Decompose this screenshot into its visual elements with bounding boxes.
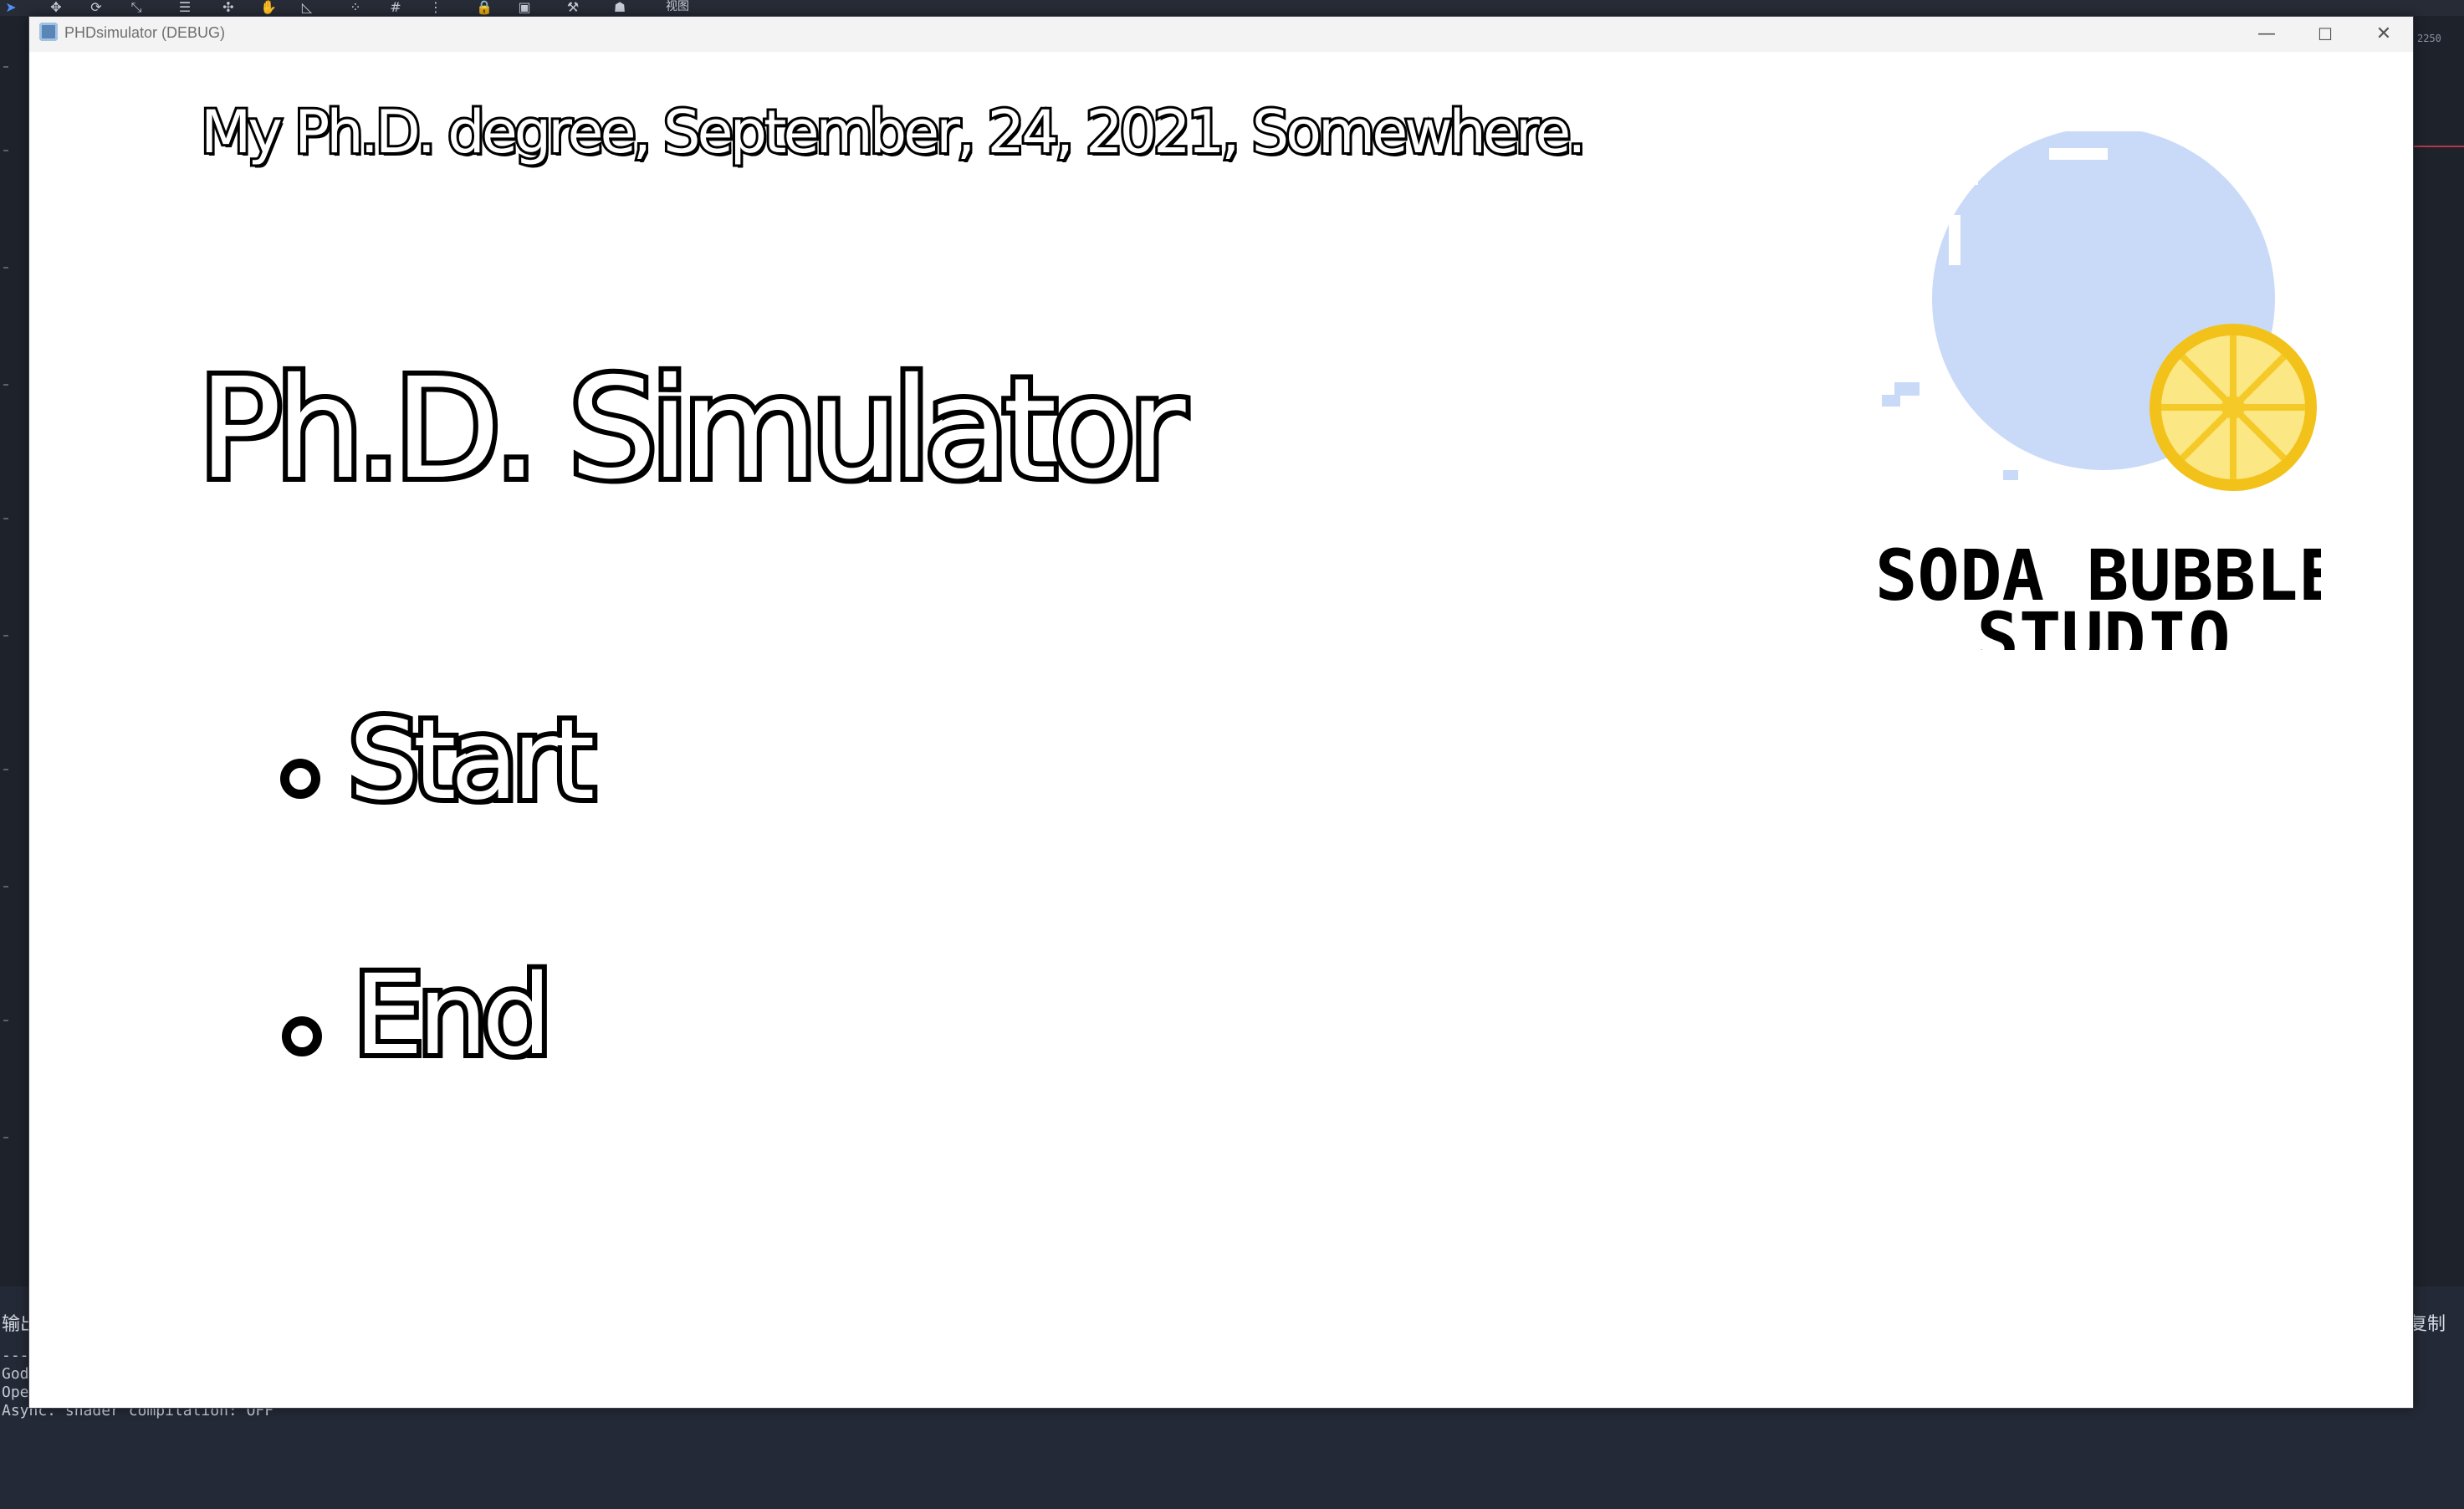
ruler-icon[interactable]: ◺: [298, 0, 316, 14]
select-icon[interactable]: ➤: [2, 0, 20, 14]
window-title: PHDsimulator (DEBUG): [64, 24, 226, 41]
move-icon[interactable]: ✥: [47, 0, 65, 14]
logo-line2: STUDIO: [1976, 597, 2230, 650]
group-icon[interactable]: ▣: [515, 0, 534, 14]
bullet-icon: [280, 759, 320, 799]
snap-icon[interactable]: ⁘: [346, 0, 365, 14]
maximize-button[interactable]: ☐: [2296, 17, 2354, 52]
editor-right-ruler: 2250: [2414, 16, 2464, 1287]
soda-bubble-studio-logo: SODA BUBBLE STUDIO: [1875, 131, 2321, 650]
bullet-icon: [282, 1016, 322, 1056]
ruler-number: 2250: [2417, 33, 2441, 44]
skeleton-icon[interactable]: ☗: [611, 0, 629, 14]
close-button[interactable]: ✕: [2354, 17, 2413, 52]
window-titlebar[interactable]: PHDsimulator (DEBUG) — ☐ ✕: [29, 17, 2413, 52]
output-line: Ope: [2, 1384, 29, 1401]
output-line: God: [2, 1365, 29, 1383]
godot-app-icon: [39, 23, 58, 41]
start-button[interactable]: Start: [255, 691, 606, 847]
copy-button[interactable]: 复制: [2409, 1309, 2446, 1336]
subtitle-text: My Ph.D. degree, September, 24, 2021, So…: [198, 95, 1589, 169]
bone-icon[interactable]: ⚒: [564, 0, 582, 14]
game-window: PHDsimulator (DEBUG) — ☐ ✕ My Ph.D. degr…: [28, 16, 2414, 1409]
rotate-icon[interactable]: ⟳: [87, 0, 105, 14]
start-label: Start: [344, 691, 600, 830]
end-label: End: [349, 946, 557, 1085]
pan-icon[interactable]: ✋: [259, 0, 278, 14]
grid-icon[interactable]: #: [386, 0, 405, 14]
pivot-icon[interactable]: ✣: [219, 0, 238, 14]
end-button[interactable]: End: [255, 946, 573, 1102]
editor-toolbar: ➤ ✥ ⟳ ⤡ ☰ ✣ ✋ ◺ ⁘ # ⋮ 🔒 ▣ ⚒ ☗ 视图: [0, 0, 2464, 16]
view-menu[interactable]: 视图: [659, 0, 696, 14]
minimize-button[interactable]: —: [2237, 17, 2296, 52]
viewport-guide-line: [2414, 146, 2464, 147]
game-viewport: My Ph.D. degree, September, 24, 2021, So…: [29, 52, 2413, 1408]
list-icon[interactable]: ☰: [176, 0, 194, 14]
output-line: ---: [2, 1347, 29, 1364]
lock-icon[interactable]: 🔒: [475, 0, 493, 14]
scale-icon[interactable]: ⤡: [127, 0, 146, 14]
game-title: Ph.D. Simulator: [193, 344, 1191, 515]
more-icon[interactable]: ⋮: [427, 0, 445, 14]
editor-vertical-ruler: [0, 16, 28, 1287]
